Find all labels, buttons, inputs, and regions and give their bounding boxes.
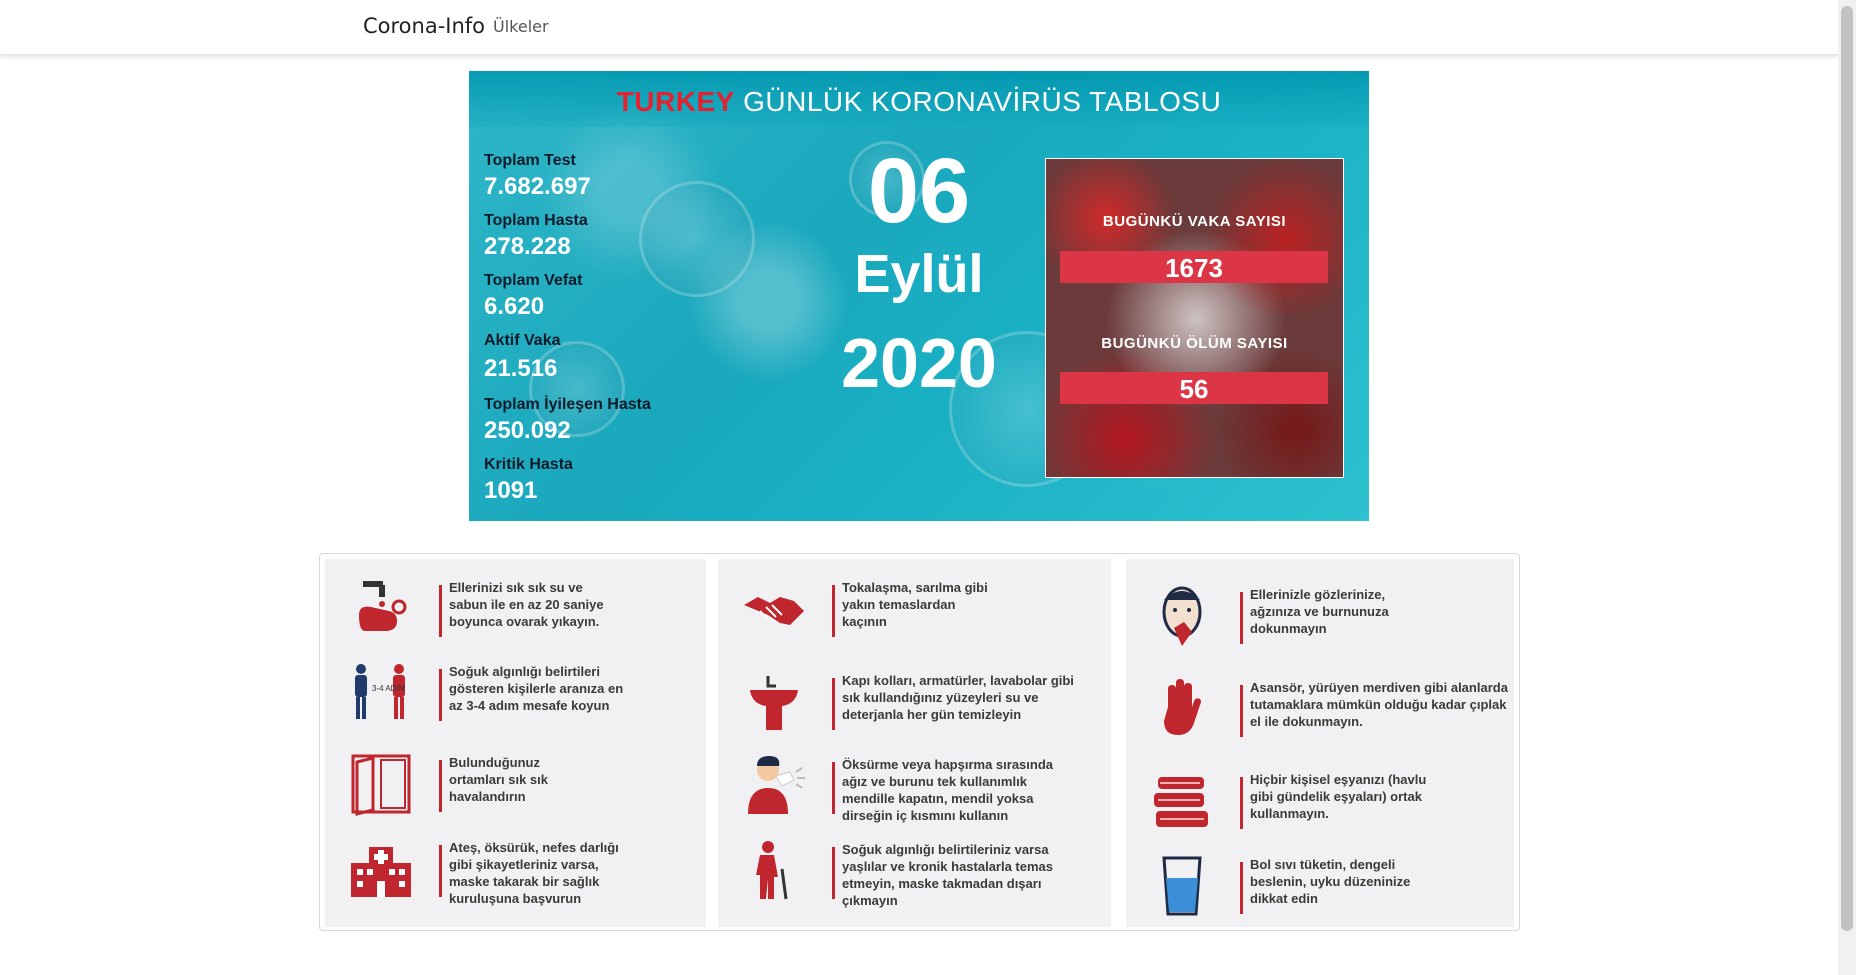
stat-label-total-tests: Toplam Test bbox=[484, 152, 576, 169]
today-deaths-label: BUGÜNKÜ ÖLÜM SAYISI bbox=[1101, 335, 1288, 352]
precaution-text: Ellerinizle gözlerinize, ağzınıza ve bur… bbox=[1250, 587, 1389, 636]
precaution-item: Tokalaşma, sarılma gibi yakın temaslarda… bbox=[718, 577, 1111, 647]
precaution-divider bbox=[832, 585, 835, 637]
precaution-item: Hiçbir kişisel eşyanızı (havlu gibi günd… bbox=[1126, 769, 1514, 839]
banner-title-country: TURKEY bbox=[616, 86, 735, 117]
precaution-text: Ateş, öksürük, nefes darlığı gibi şikaye… bbox=[449, 840, 619, 906]
precaution-text: Bol sıvı tüketin, dengeli beslenin, uyku… bbox=[1250, 857, 1411, 906]
navbar: Corona-Info Ülkeler bbox=[0, 0, 1838, 55]
precaution-text: Ellerinizi sık sık su ve sabun ile en az… bbox=[449, 580, 604, 629]
stat-label-total-cases: Toplam Hasta bbox=[484, 212, 588, 229]
stats-list: Toplam Test 7.682.697 Toplam Hasta 278.2… bbox=[484, 152, 784, 516]
banner-title: TURKEY GÜNLÜK KORONAVİRÜS TABLOSU bbox=[469, 71, 1369, 133]
precaution-text: Asansör, yürüyen merdiven gibi alanlarda… bbox=[1250, 680, 1508, 729]
banner-title-rest: GÜNLÜK KORONAVİRÜS TABLOSU bbox=[743, 86, 1222, 117]
precaution-item: Ellerinizi sık sık su ve sabun ile en az… bbox=[325, 577, 706, 647]
precaution-divider bbox=[832, 847, 835, 899]
stat-value-total-deaths: 6.620 bbox=[484, 293, 545, 320]
distance-icon-label: 3-4 ADIM bbox=[372, 684, 406, 693]
elderly-icon bbox=[756, 841, 788, 900]
scrollbar-thumb[interactable] bbox=[1841, 6, 1853, 931]
precaution-divider bbox=[832, 678, 835, 730]
stat-value-active-cases: 21.516 bbox=[484, 355, 558, 382]
stat-value-total-tests: 7.682.697 bbox=[484, 173, 591, 200]
precaution-item: 3-4 ADIM Soğuk algınlığı belirtileri gös… bbox=[325, 661, 706, 731]
handshake-icon bbox=[744, 597, 804, 625]
handwash-icon bbox=[359, 581, 407, 631]
cough-icon bbox=[748, 756, 805, 814]
banner-header: TURKEY GÜNLÜK KORONAVİRÜS TABLOSU bbox=[469, 71, 1369, 127]
precautions-card: Ellerinizi sık sık su ve sabun ile en az… bbox=[319, 553, 1520, 931]
precaution-item: Ellerinizle gözlerinize, ağzınıza ve bur… bbox=[1126, 584, 1514, 654]
brand-link[interactable]: Corona-Info bbox=[363, 14, 485, 38]
today-panel: BUGÜNKÜ VAKA SAYISI 1673 BUGÜNKÜ ÖLÜM SA… bbox=[1045, 158, 1344, 478]
precaution-item: Kapı kolları, armatürler, lavabolar gibi… bbox=[718, 670, 1111, 740]
precaution-text: Hiçbir kişisel eşyanızı (havlu gibi günd… bbox=[1250, 772, 1427, 821]
precaution-item: Soğuk algınlığı belirtileriniz varsa yaş… bbox=[718, 839, 1111, 909]
precaution-text: Kapı kolları, armatürler, lavabolar gibi… bbox=[842, 673, 1074, 722]
date-month: Eylül bbox=[854, 244, 984, 304]
towels-icon bbox=[1154, 777, 1208, 827]
precaution-item: Ateş, öksürük, nefes darlığı gibi şikaye… bbox=[325, 837, 706, 907]
stat-label-total-deaths: Toplam Vefat bbox=[484, 272, 583, 289]
precaution-text: Soğuk algınlığı belirtileri gösteren kiş… bbox=[449, 664, 624, 713]
sink-icon bbox=[750, 676, 798, 730]
stat-value-critical: 1091 bbox=[484, 477, 538, 504]
today-cases-label: BUGÜNKÜ VAKA SAYISI bbox=[1102, 213, 1287, 230]
stat-value-total-cases: 278.228 bbox=[484, 233, 571, 260]
hand-stop-icon bbox=[1164, 679, 1201, 735]
stat-value-recovered: 250.092 bbox=[484, 417, 571, 444]
precaution-divider bbox=[1240, 777, 1243, 829]
precaution-divider bbox=[1240, 685, 1243, 737]
precaution-text: Bulunduğunuz ortamları sık sık havalandı… bbox=[449, 755, 548, 804]
today-cases-value: 1673 bbox=[1060, 251, 1328, 283]
precaution-item: Asansör, yürüyen merdiven gibi alanlarda… bbox=[1126, 677, 1514, 747]
precaution-text: Tokalaşma, sarılma gibi yakın temaslarda… bbox=[842, 580, 988, 629]
date-block: 06 Eylül 2020 bbox=[769, 141, 1069, 403]
stat-label-active-cases: Aktif Vaka bbox=[484, 332, 561, 349]
vertical-scrollbar[interactable] bbox=[1838, 0, 1856, 975]
stat-label-critical: Kritik Hasta bbox=[484, 456, 573, 473]
precaution-text: Öksürme veya hapşırma sırasında ağız ve … bbox=[842, 757, 1054, 823]
precaution-item: Bol sıvı tüketin, dengeli beslenin, uyku… bbox=[1126, 854, 1514, 924]
date-day: 06 bbox=[867, 140, 971, 242]
precaution-divider bbox=[1240, 592, 1243, 644]
precaution-divider bbox=[832, 762, 835, 814]
stat-label-recovered: Toplam İyileşen Hasta bbox=[484, 396, 651, 413]
distance-icon: 3-4 ADIM bbox=[355, 664, 406, 719]
precaution-divider bbox=[439, 760, 442, 812]
nav-link-countries[interactable]: Ülkeler bbox=[493, 17, 549, 36]
precaution-divider bbox=[1240, 862, 1243, 914]
face-touch-icon bbox=[1162, 586, 1202, 646]
precaution-divider bbox=[439, 585, 442, 637]
precaution-text: Soğuk algınlığı belirtileriniz varsa yaş… bbox=[842, 842, 1054, 908]
today-deaths-value: 56 bbox=[1060, 372, 1328, 404]
precaution-item: Bulunduğunuz ortamları sık sık havalandı… bbox=[325, 752, 706, 822]
hospital-icon bbox=[351, 847, 411, 897]
window-icon bbox=[351, 754, 411, 816]
corona-banner: TURKEY GÜNLÜK KORONAVİRÜS TABLOSU Toplam… bbox=[469, 71, 1369, 521]
precaution-divider bbox=[439, 845, 442, 897]
precaution-divider bbox=[439, 669, 442, 721]
precautions-column-3: Ellerinizle gözlerinize, ağzınıza ve bur… bbox=[1126, 559, 1514, 927]
water-glass-icon bbox=[1162, 856, 1202, 916]
precautions-column-1: Ellerinizi sık sık su ve sabun ile en az… bbox=[325, 559, 706, 927]
date-year: 2020 bbox=[841, 324, 997, 402]
precaution-item: Öksürme veya hapşırma sırasında ağız ve … bbox=[718, 754, 1111, 824]
precautions-column-2: Tokalaşma, sarılma gibi yakın temaslarda… bbox=[718, 559, 1111, 927]
